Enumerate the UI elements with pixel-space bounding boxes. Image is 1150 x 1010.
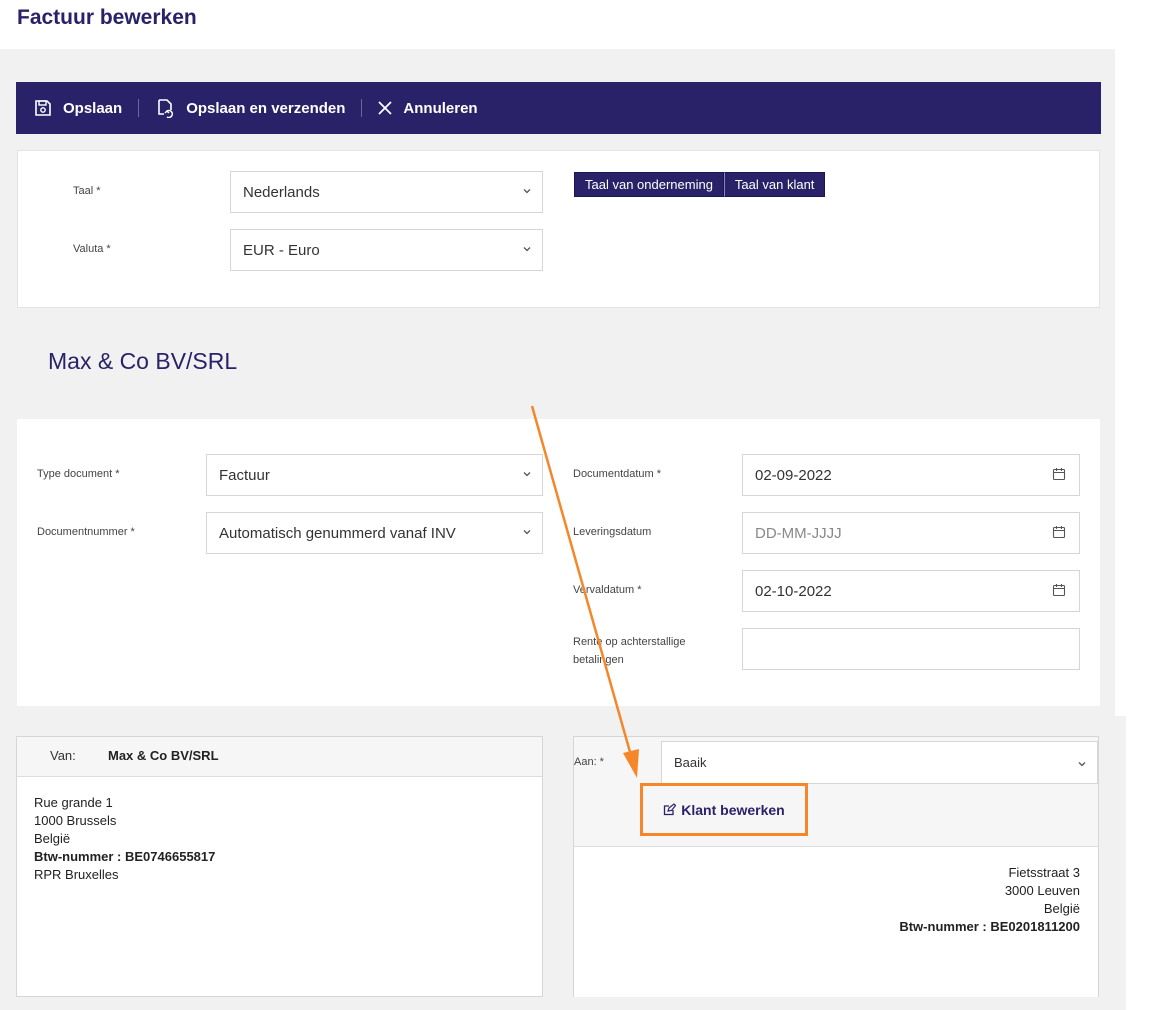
document-type-label: Type document * bbox=[37, 468, 120, 480]
from-address-line: 1000 Brussels bbox=[34, 813, 117, 828]
delivery-date-placeholder: DD-MM-JJJJ bbox=[755, 524, 842, 542]
currency-label: Valuta * bbox=[73, 243, 111, 255]
language-label: Taal * bbox=[73, 185, 101, 197]
calendar-icon[interactable] bbox=[1052, 583, 1066, 597]
edit-client-button[interactable]: Klant bewerken bbox=[640, 783, 808, 836]
to-vat-number: Btw-nummer : BE0201811200 bbox=[899, 919, 1080, 934]
to-address: Fietsstraat 3 3000 Leuven België Btw-num… bbox=[899, 864, 1080, 936]
to-address-line: België bbox=[1043, 901, 1080, 916]
to-address-line: Fietsstraat 3 bbox=[1008, 865, 1080, 880]
calendar-icon[interactable] bbox=[1052, 525, 1066, 539]
company-language-button[interactable]: Taal van onderneming bbox=[574, 172, 724, 197]
document-number-select[interactable]: Automatisch genummerd vanaf INV bbox=[206, 512, 543, 554]
company-name-heading: Max & Co BV/SRL bbox=[48, 348, 238, 374]
save-and-send-button[interactable]: Opslaan en verzenden bbox=[155, 98, 345, 118]
chevron-down-icon bbox=[523, 189, 531, 194]
close-icon bbox=[378, 101, 393, 115]
document-number-label: Documentnummer * bbox=[37, 526, 135, 538]
document-send-icon bbox=[158, 99, 174, 118]
interest-label-line-1: Rente op achterstallige bbox=[573, 636, 686, 648]
from-address-line: Rue grande 1 bbox=[34, 795, 113, 810]
currency-value: EUR - Euro bbox=[243, 241, 320, 259]
from-address: Rue grande 1 1000 Brussels België Btw-nu… bbox=[34, 794, 215, 884]
page-title: Factuur bewerken bbox=[17, 6, 197, 29]
chevron-down-icon bbox=[1078, 762, 1086, 767]
client-language-button[interactable]: Taal van klant bbox=[723, 172, 826, 197]
delivery-date-label: Leveringsdatum bbox=[573, 526, 652, 538]
from-card: Van: Max & Co BV/SRL Rue grande 1 1000 B… bbox=[16, 736, 543, 997]
cancel-label: Annuleren bbox=[403, 99, 478, 117]
chevron-down-icon bbox=[523, 472, 531, 477]
from-company-name: Max & Co BV/SRL bbox=[108, 748, 219, 763]
save-and-send-label: Opslaan en verzenden bbox=[186, 99, 346, 117]
settings-card bbox=[17, 150, 1100, 308]
currency-select[interactable]: EUR - Euro bbox=[230, 229, 543, 271]
language-value: Nederlands bbox=[243, 183, 320, 201]
calendar-icon[interactable] bbox=[1052, 467, 1066, 481]
interest-label: Rente op achterstallige betalingen bbox=[573, 633, 686, 669]
to-address-line: 3000 Leuven bbox=[1004, 883, 1080, 898]
document-number-value: Automatisch genummerd vanaf INV bbox=[219, 524, 456, 542]
toolbar-divider bbox=[361, 99, 363, 117]
client-value: Baaik bbox=[674, 755, 707, 770]
floppy-disk-icon bbox=[35, 100, 51, 116]
save-button[interactable]: Opslaan bbox=[34, 99, 122, 117]
chevron-down-icon bbox=[523, 247, 531, 252]
page-background-extension bbox=[1098, 716, 1126, 1010]
from-address-line: België bbox=[34, 831, 71, 846]
toolbar-divider bbox=[138, 99, 140, 117]
from-header: Van: Max & Co BV/SRL bbox=[17, 737, 542, 777]
document-date-label: Documentdatum * bbox=[573, 468, 662, 480]
due-date-value: 02-10-2022 bbox=[755, 582, 832, 600]
language-select[interactable]: Nederlands bbox=[230, 171, 543, 213]
from-address-line: RPR Bruxelles bbox=[34, 867, 119, 882]
document-date-input[interactable]: 02-09-2022 bbox=[742, 454, 1080, 496]
from-label: Van: bbox=[50, 748, 76, 763]
document-type-value: Factuur bbox=[219, 466, 270, 484]
document-type-select[interactable]: Factuur bbox=[206, 454, 543, 496]
to-label: Aan: * bbox=[574, 756, 604, 768]
toolbar: Opslaan Opslaan en verzenden Annuleren bbox=[16, 82, 1101, 134]
edit-client-label: Klant bewerken bbox=[681, 801, 785, 818]
edit-icon bbox=[664, 803, 677, 816]
delivery-date-input[interactable]: DD-MM-JJJJ bbox=[742, 512, 1080, 554]
from-vat-number: Btw-nummer : BE0746655817 bbox=[34, 849, 216, 864]
cancel-button[interactable]: Annuleren bbox=[378, 99, 478, 117]
language-toggle-group: Taal van onderneming Taal van klant bbox=[574, 172, 826, 197]
document-date-value: 02-09-2022 bbox=[755, 466, 832, 484]
due-date-label: Vervaldatum * bbox=[573, 584, 642, 596]
save-label: Opslaan bbox=[63, 99, 123, 117]
client-select[interactable]: Baaik bbox=[661, 741, 1098, 784]
due-date-input[interactable]: 02-10-2022 bbox=[742, 570, 1080, 612]
interest-input[interactable] bbox=[742, 628, 1080, 670]
interest-label-line-2: betalingen bbox=[573, 654, 624, 666]
chevron-down-icon bbox=[523, 530, 531, 535]
